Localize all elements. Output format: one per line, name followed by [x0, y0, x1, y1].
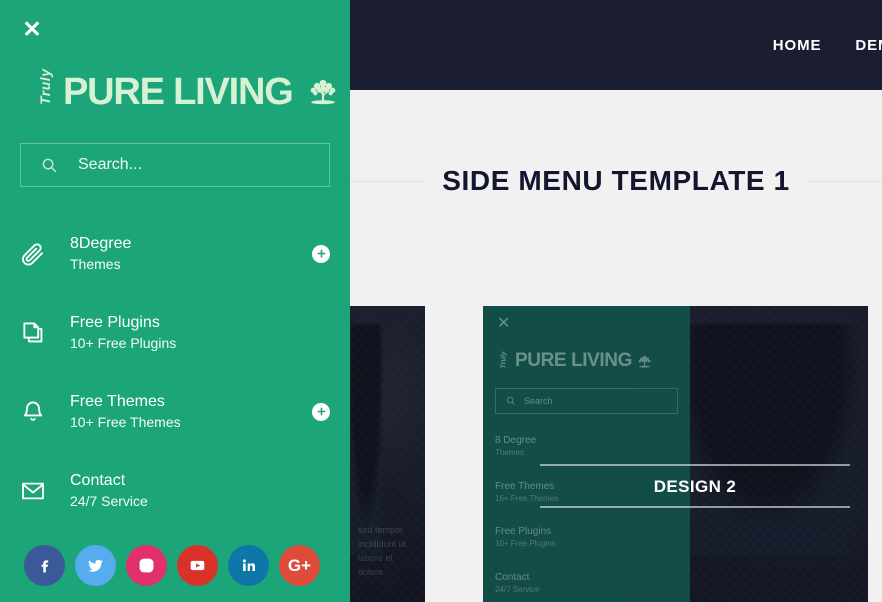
logo-script-word: Truly — [37, 68, 53, 105]
title-rule-right — [807, 180, 882, 182]
tree-icon — [638, 355, 651, 368]
sidebar-item-title: 8Degree — [70, 234, 132, 252]
facebook-icon — [41, 560, 49, 573]
close-icon[interactable]: ✕ — [20, 17, 44, 41]
logo-wordmark: PURE LIVING — [63, 71, 294, 113]
card-blurb-left: sed tempor incididunt ut labore et dolor… — [358, 525, 407, 578]
title-rule-left — [350, 180, 425, 182]
mini-menu-item-title: 8 Degree — [495, 435, 537, 446]
sidebar-item-subtitle: 24/7 Service — [70, 493, 148, 510]
design-label: DESIGN 2 — [540, 464, 850, 508]
mini-menu-item[interactable]: 8 Degree Themes — [495, 434, 680, 459]
social-link-instagram[interactable] — [126, 545, 167, 586]
sidebar-item-title: Free Plugins — [70, 313, 160, 331]
bell-icon — [16, 399, 50, 425]
design-rule-bottom — [540, 506, 850, 508]
search-input[interactable] — [78, 156, 298, 174]
nav-links: HOME DEMO — [773, 37, 882, 54]
youtube-icon — [190, 560, 205, 571]
sidebar-item-text: Free Themes 10+ Free Themes — [70, 391, 312, 433]
sidebar-item-text: 8Degree Themes — [70, 233, 312, 275]
side-menu: ✕ Truly PURE LIVING Search... 8Degree Th… — [0, 0, 350, 602]
mini-menu-item[interactable]: Contact 24/7 Service — [495, 571, 680, 596]
search-box[interactable] — [20, 143, 330, 187]
twitter-icon — [88, 559, 103, 572]
page-title-wrap: SIDE MENU TEMPLATE 1 — [350, 165, 882, 197]
sidebar-item-free-plugins[interactable]: Free Plugins 10+ Free Plugins — [0, 293, 350, 372]
plus-circle-icon[interactable] — [312, 402, 330, 421]
search-icon — [507, 397, 516, 406]
paperclip-icon — [16, 241, 50, 267]
nav-link-demo[interactable]: DEMO — [855, 37, 882, 54]
copy-icon — [16, 320, 50, 346]
mini-logo-script-word: Truly — [500, 351, 508, 368]
sidebar-item-text: Free Plugins 10+ Free Plugins — [70, 312, 330, 354]
preview-card-left[interactable]: sed tempor incididunt ut labore et dolor… — [350, 306, 425, 602]
sidebar-item-subtitle: 10+ Free Plugins — [70, 335, 177, 352]
mini-logo: Truly PURE LIVING — [497, 350, 680, 372]
nav-link-home[interactable]: HOME — [773, 37, 822, 54]
side-menu-list: 8Degree Themes Free Plugins 10+ Free Plu… — [0, 214, 350, 530]
sidebar-item-title: Contact — [70, 471, 126, 489]
search-icon — [42, 158, 57, 172]
page-title: SIDE MENU TEMPLATE 1 — [442, 165, 790, 196]
logo[interactable]: Truly PURE LIVING — [32, 68, 340, 113]
social-link-youtube[interactable] — [177, 545, 218, 586]
envelope-icon — [16, 478, 50, 504]
mini-logo-wordmark: PURE LIVING — [515, 350, 633, 371]
social-link-googleplus[interactable]: G+ — [279, 545, 320, 586]
sidebar-item-8degree[interactable]: 8Degree Themes — [0, 214, 350, 293]
top-navbar: HOME DEMO — [350, 0, 882, 90]
mini-search-placeholder: Search — [524, 396, 553, 406]
sidebar-item-subtitle: Themes — [70, 256, 121, 273]
linkedin-icon — [242, 559, 255, 572]
mini-search-box[interactable]: Search — [495, 388, 678, 414]
instagram-icon — [139, 558, 154, 573]
page-body: SIDE MENU TEMPLATE 1 sed tempor incididu… — [350, 90, 882, 602]
sidebar-item-text: Contact 24/7 Service — [70, 470, 330, 512]
sidebar-item-subtitle: 10+ Free Themes — [70, 414, 181, 431]
sidebar-item-title: Free Themes — [70, 392, 165, 410]
design-label-text: DESIGN 2 — [653, 477, 737, 496]
preview-card-right[interactable]: ✕ Truly PURE LIVING Search 8 Degree Them… — [483, 306, 868, 602]
mini-menu-item-sub: 10+ Free Plugins — [495, 539, 556, 549]
mini-close-icon[interactable]: ✕ — [497, 316, 510, 332]
mini-menu-item-sub: 24/7 Service — [495, 584, 540, 594]
mini-menu: 8 Degree Themes Free Themes 16+ Free The… — [495, 434, 680, 602]
mini-sidebar: ✕ Truly PURE LIVING Search 8 Degree Them… — [483, 306, 690, 602]
sidebar-item-contact[interactable]: Contact 24/7 Service — [0, 451, 350, 530]
mini-menu-item[interactable]: Free Plugins 10+ Free Plugins — [495, 525, 680, 550]
mini-menu-item-title: Contact — [495, 571, 530, 583]
plus-circle-icon[interactable] — [312, 244, 330, 263]
social-link-facebook[interactable] — [24, 545, 65, 586]
sidebar-item-free-themes[interactable]: Free Themes 10+ Free Themes — [0, 372, 350, 451]
social-link-linkedin[interactable] — [228, 545, 269, 586]
preview-cards: sed tempor incididunt ut labore et dolor… — [350, 306, 882, 602]
google-plus-icon: G+ — [287, 556, 312, 575]
mini-menu-item-sub: Themes — [495, 448, 524, 457]
tree-icon — [310, 79, 335, 105]
page-root: HOME DEMO SIDE MENU TEMPLATE 1 sed tempo… — [0, 0, 882, 602]
social-link-twitter[interactable] — [75, 545, 116, 586]
mini-menu-item-title: Free Plugins — [495, 526, 552, 538]
social-links: G+ — [24, 545, 320, 586]
